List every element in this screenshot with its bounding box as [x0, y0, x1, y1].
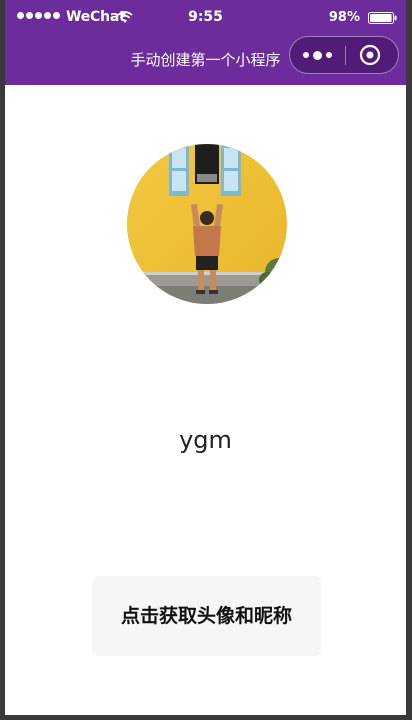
get-avatar-nickname-button[interactable]: 点击获取头像和昵称 — [92, 576, 321, 656]
capsule-divider — [345, 46, 346, 65]
avatar[interactable] — [127, 144, 287, 304]
phone-screen: WeChat 9:55 98% 手动创建第一个小程序 ygm 点击获取头像和昵称 — [5, 0, 406, 715]
mini-program-capsule — [289, 36, 399, 74]
avatar-photo — [127, 144, 287, 304]
battery-percentage: 98% — [328, 10, 360, 25]
navigation-bar: WeChat 9:55 98% 手动创建第一个小程序 — [5, 0, 406, 85]
target-close-icon[interactable] — [359, 44, 381, 66]
status-bar: WeChat 9:55 98% — [5, 0, 406, 36]
more-dots-icon[interactable] — [290, 37, 344, 73]
battery-icon — [368, 12, 397, 24]
nickname-text: ygm — [179, 426, 232, 454]
